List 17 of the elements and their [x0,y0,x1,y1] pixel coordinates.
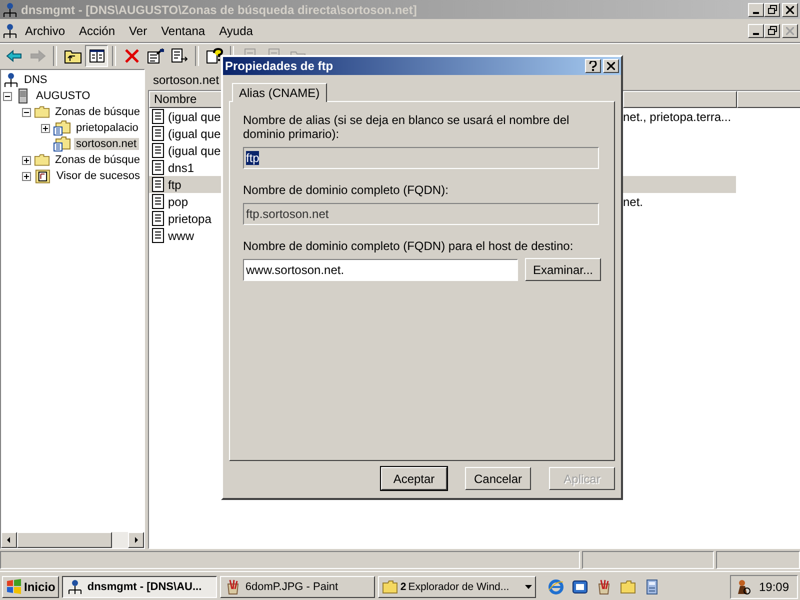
field-label: Nombre de dominio completo (FQDN) para el host de destino: [243,239,574,253]
record-name: ftp [168,178,182,192]
record-name: prietopa [168,212,212,226]
record-name: pop [168,194,190,208]
record-data: net., prietopa.terra... [623,110,732,124]
window-title: dnsmgmt - [DNS\AUGUSTO\Zonas de búsqueda directa\sortoson.net] [21,2,418,16]
pane-title: sortoson.net [153,72,220,86]
dialog-title: Propiedades de ftp [225,59,334,73]
record-name: (igual que [168,126,222,140]
record-name: dns1 [168,160,196,174]
field-label: Nombre de dominio completo (FQDN): [243,183,450,197]
record-name: www [168,228,195,242]
field-label: Nombre de alias (si se deja en blanco se usará el nombre del dominio primario): [243,113,570,141]
record-name: (igual que [168,110,222,124]
record-name: (igual que [168,144,222,158]
clock: 19:09 [758,580,789,594]
record-data: net. [623,194,644,208]
